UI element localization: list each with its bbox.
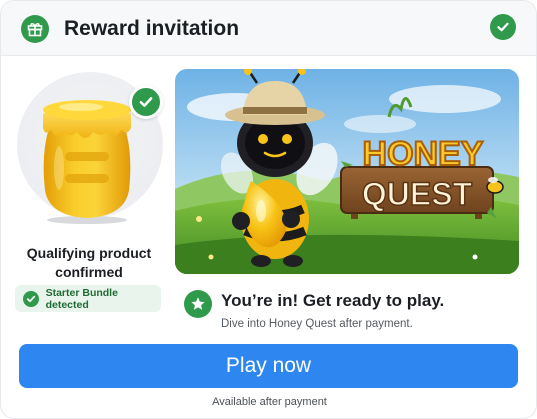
check-circle-icon — [129, 85, 163, 119]
availability-note: Available after payment — [212, 396, 327, 408]
check-circle-icon — [490, 14, 516, 40]
play-now-button[interactable]: Play now — [19, 344, 518, 388]
star-icon — [184, 290, 212, 318]
confirmation-subline: Dive into Honey Quest after payment. — [221, 318, 413, 330]
check-circle-icon — [23, 290, 39, 307]
confirmation-headline: You’re in! Get ready to play. — [221, 291, 445, 310]
honey-jar-icon — [43, 100, 131, 224]
card-header: Reward invitation — [1, 1, 536, 56]
page-title: Reward invitation — [64, 17, 240, 40]
qualifying-product-label: Qualifying product confirmed — [26, 245, 152, 280]
banner-title-line2: QUEST — [362, 176, 473, 212]
reward-card: Reward invitation Qualifying product con… — [0, 0, 537, 419]
banner-title-line1: HONEY — [363, 135, 484, 173]
gift-icon — [21, 15, 49, 43]
badge-label: Starter Bundle detected — [45, 286, 118, 311]
game-banner: HONEY QUEST — [175, 69, 519, 274]
game-banner-illustration: HONEY QUEST — [175, 69, 519, 274]
status-badge: Starter Bundle detected — [15, 285, 161, 312]
